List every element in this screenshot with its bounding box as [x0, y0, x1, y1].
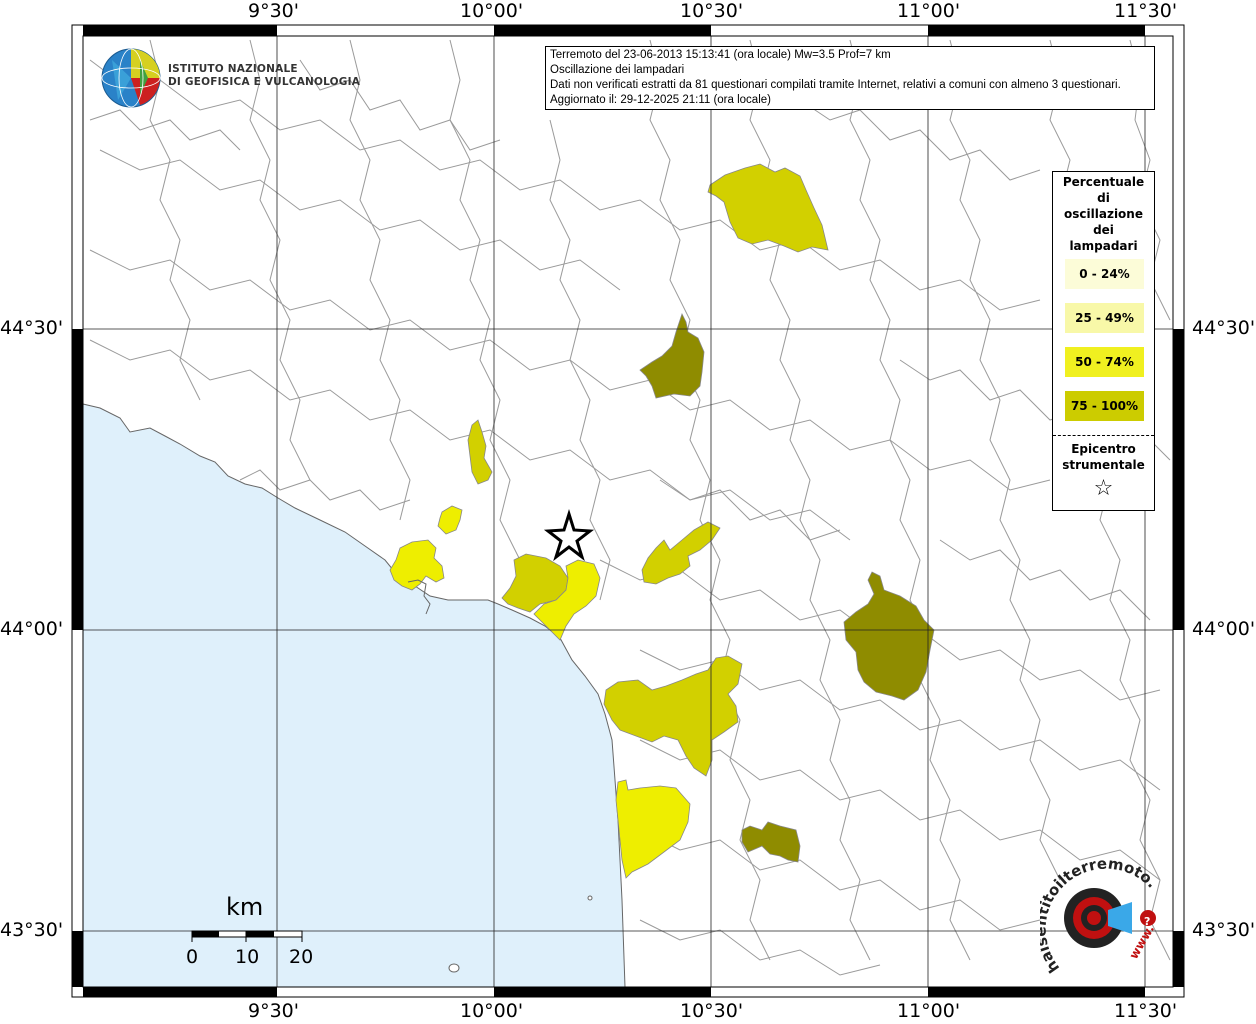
badge-question: ? [1144, 915, 1150, 928]
left-lat-label: 44°00' [0, 618, 64, 640]
legend-divider [1053, 435, 1154, 436]
data-note: Dati non verificati estratti da 81 quest… [550, 79, 1121, 91]
update-time: Aggiornato il: 29-12-2025 21:11 (ora loc… [550, 94, 771, 106]
top-lon-label: 11°30' [1114, 0, 1178, 22]
top-lon-label: 10°00' [460, 0, 524, 22]
legend-epicenter-title: Epicentro strumentale [1062, 442, 1145, 472]
island [587, 895, 593, 901]
logo-line: ISTITUTO NAZIONALE [168, 63, 298, 75]
top-lon-label: 10°30' [680, 0, 744, 22]
right-lat-label: 44°30' [1192, 317, 1256, 339]
left-lat-label: 44°30' [0, 317, 64, 339]
haisentito-badge: haisentitoilterremoto.it www. ? [1040, 850, 1161, 976]
badge-text: haisentitoilterremoto.it [1040, 850, 1161, 976]
left-lat-label: 43°30' [0, 919, 64, 941]
bottom-lon-label: 10°30' [680, 1000, 744, 1022]
island [448, 963, 460, 973]
legend-swatch-0-24: 0 - 24% [1065, 259, 1144, 289]
badge-url: www. [1126, 922, 1157, 961]
bottom-lon-label: 11°30' [1114, 1000, 1178, 1022]
right-lat-label: 44°00' [1192, 618, 1256, 640]
logo-line: DI GEOFISICA E VULCANOLOGIA [168, 76, 361, 88]
event-title: Terremoto del 23-06-2013 15:13:41 (ora l… [550, 49, 891, 61]
top-lon-label: 11°00' [897, 0, 961, 22]
legend-swatch-25-49: 25 - 49% [1065, 303, 1144, 333]
bottom-lon-label: 11°00' [897, 1000, 961, 1022]
event-info-box: Terremoto del 23-06-2013 15:13:41 (ora l… [545, 46, 1155, 110]
scale-tick-label: 0 [186, 946, 199, 968]
right-lat-label: 43°30' [1192, 919, 1256, 941]
scale-tick-label: 10 [235, 946, 260, 968]
legend-star-icon: ☆ [1093, 476, 1114, 501]
map-type: Oscillazione dei lampadari [550, 64, 685, 76]
scale-tick-label: 20 [289, 946, 314, 968]
top-lon-label: 9°30' [248, 0, 299, 22]
ingv-logo-text: ISTITUTO NAZIONALE DI GEOFISICA E VULCAN… [168, 63, 360, 89]
bottom-lon-label: 10°00' [460, 1000, 524, 1022]
bottom-lon-label: 9°30' [248, 1000, 299, 1022]
legend-title: Percentuale di oscillazione dei lampadar… [1062, 175, 1145, 253]
ingv-logo-icon [101, 48, 161, 108]
legend-swatch-50-74: 50 - 74% [1065, 347, 1144, 377]
legend: Percentuale di oscillazione dei lampadar… [1052, 171, 1155, 511]
svg-text:haisentitoilterremoto.it: haisentitoilterremoto.it [1040, 850, 1161, 976]
scale-unit: km [226, 893, 264, 921]
legend-swatch-75-100: 75 - 100% [1065, 391, 1144, 421]
